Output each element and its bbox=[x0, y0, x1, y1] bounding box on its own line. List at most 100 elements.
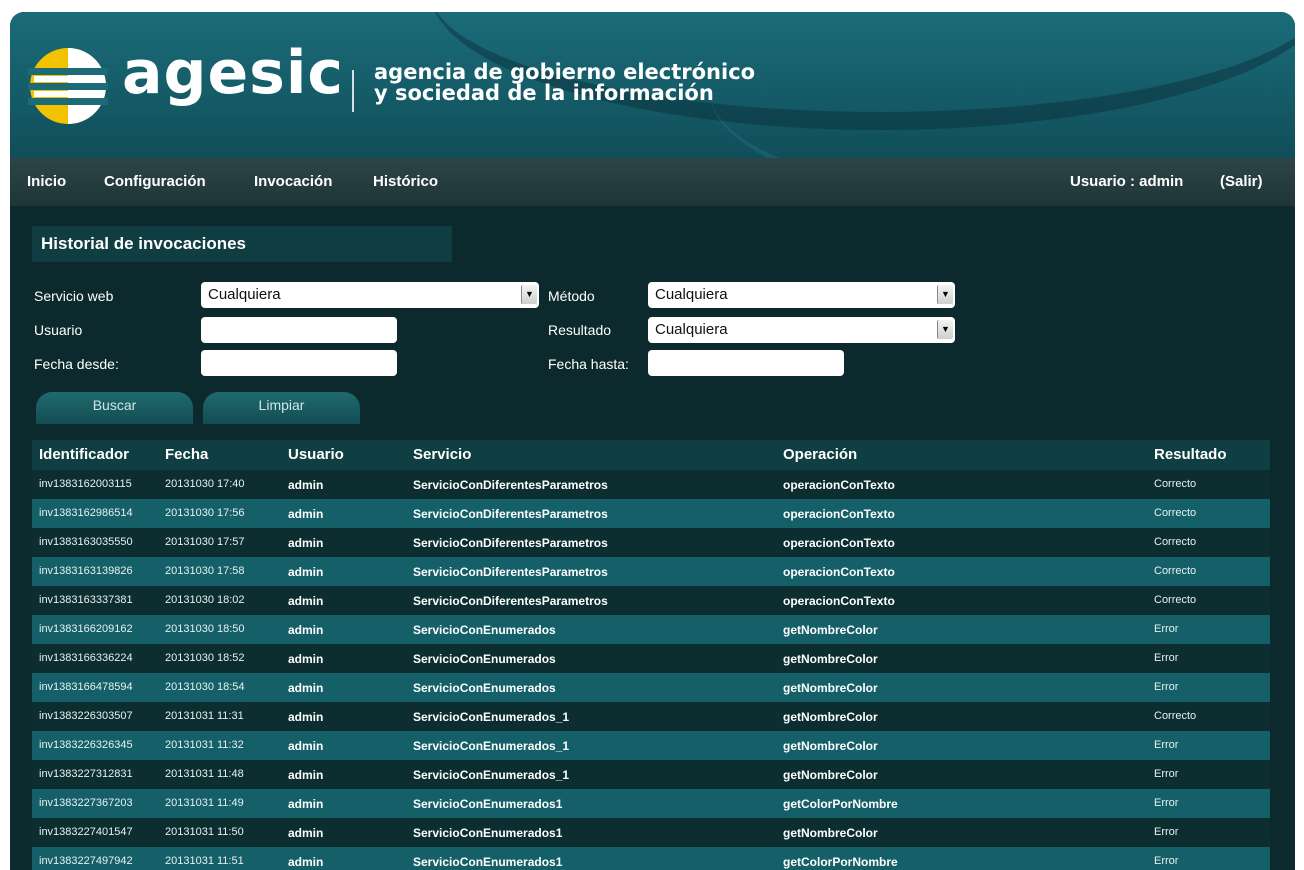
table-row[interactable]: inv1383162986514 20131030 17:56 admin Servi… bbox=[32, 499, 1270, 528]
cell-usuario: admin bbox=[288, 826, 324, 840]
cell-usuario: admin bbox=[288, 478, 324, 492]
cell-servicio: ServicioConEnumerados1 bbox=[413, 855, 563, 869]
table-row[interactable]: inv1383162003115 20131030 17:40 admin Servi… bbox=[32, 470, 1270, 499]
cell-servicio: ServicioConDiferentesParametros bbox=[413, 536, 608, 550]
table-row[interactable]: inv1383227497942 20131031 11:51 admin Servi… bbox=[32, 847, 1270, 870]
fecha-desde-input[interactable] bbox=[201, 350, 397, 376]
cell-resultado: Error bbox=[1154, 826, 1179, 838]
cell-servicio: ServicioConEnumerados bbox=[413, 623, 556, 637]
cell-servicio: ServicioConDiferentesParametros bbox=[413, 565, 608, 579]
table-row[interactable]: inv1383163337381 20131030 18:02 admin Servi… bbox=[32, 586, 1270, 615]
cell-usuario: admin bbox=[288, 710, 324, 724]
cell-operacion: getNombreColor bbox=[783, 710, 878, 724]
app-window: agesic agencia de gobierno electrónico y… bbox=[10, 12, 1295, 870]
fecha-hasta-label: Fecha hasta: bbox=[548, 356, 629, 372]
site-header: agesic agencia de gobierno electrónico y… bbox=[10, 12, 1295, 158]
table-row[interactable]: inv1383227367203 20131031 11:49 admin Servi… bbox=[32, 789, 1270, 818]
cell-identificador: inv1383226303507 bbox=[39, 710, 133, 722]
cell-fecha: 20131030 18:02 bbox=[165, 594, 245, 606]
cell-resultado: Error bbox=[1154, 855, 1179, 867]
cell-usuario: admin bbox=[288, 507, 324, 521]
metodo-select[interactable]: Cualquiera ▼ bbox=[648, 282, 955, 308]
cell-identificador: inv1383227367203 bbox=[39, 797, 133, 809]
cell-resultado: Error bbox=[1154, 652, 1179, 664]
cell-fecha: 20131031 11:31 bbox=[165, 710, 244, 722]
table-row[interactable]: inv1383166336224 20131030 18:52 admin Servi… bbox=[32, 644, 1270, 673]
cell-identificador: inv1383227497942 bbox=[39, 855, 133, 867]
chevron-down-icon[interactable]: ▼ bbox=[937, 285, 953, 304]
clear-button[interactable]: Limpiar bbox=[203, 392, 360, 424]
cell-servicio: ServicioConEnumerados_1 bbox=[413, 739, 570, 753]
cell-operacion: operacionConTexto bbox=[783, 507, 895, 521]
cell-resultado: Error bbox=[1154, 623, 1179, 635]
table-row[interactable]: inv1383227312831 20131031 11:48 admin Servi… bbox=[32, 760, 1270, 789]
table-header: Identificador Fecha Usuario Servicio Ope… bbox=[32, 440, 1270, 470]
brand-tagline-line2: y sociedad de la información bbox=[374, 81, 714, 105]
cell-identificador: inv1383163139826 bbox=[39, 565, 133, 577]
fecha-hasta-input[interactable] bbox=[648, 350, 844, 376]
col-servicio[interactable]: Servicio bbox=[413, 446, 471, 463]
cell-fecha: 20131030 18:54 bbox=[165, 681, 245, 693]
cell-identificador: inv1383162003115 bbox=[39, 478, 132, 490]
cell-operacion: getNombreColor bbox=[783, 739, 878, 753]
resultado-label: Resultado bbox=[548, 322, 612, 338]
nav-item-configuracion[interactable]: Configuración bbox=[104, 173, 206, 190]
col-usuario[interactable]: Usuario bbox=[288, 446, 344, 463]
col-operacion[interactable]: Operación bbox=[783, 446, 857, 463]
cell-operacion: getNombreColor bbox=[783, 768, 878, 782]
col-identificador[interactable]: Identificador bbox=[39, 446, 129, 463]
chevron-down-icon[interactable]: ▼ bbox=[521, 285, 537, 304]
cell-fecha: 20131030 17:57 bbox=[165, 536, 245, 548]
cell-fecha: 20131031 11:50 bbox=[165, 826, 244, 838]
cell-identificador: inv1383166478594 bbox=[39, 681, 133, 693]
cell-usuario: admin bbox=[288, 536, 324, 550]
page-title: Historial de invocaciones bbox=[32, 226, 452, 262]
brand-tagline: agencia de gobierno electrónico y socied… bbox=[374, 62, 755, 104]
cell-usuario: admin bbox=[288, 797, 324, 811]
table-row[interactable]: inv1383166209162 20131030 18:50 admin Servi… bbox=[32, 615, 1270, 644]
servicio-select[interactable]: Cualquiera ▼ bbox=[201, 282, 539, 308]
resultado-select[interactable]: Cualquiera ▼ bbox=[648, 317, 955, 343]
table-row[interactable]: inv1383226303507 20131031 11:31 admin Servi… bbox=[32, 702, 1270, 731]
nav-item-historico[interactable]: Histórico bbox=[373, 173, 438, 190]
cell-identificador: inv1383163035550 bbox=[39, 536, 133, 548]
logout-link[interactable]: (Salir) bbox=[1220, 173, 1263, 190]
cell-operacion: operacionConTexto bbox=[783, 536, 895, 550]
cell-servicio: ServicioConEnumerados_1 bbox=[413, 710, 570, 724]
servicio-label: Servicio web bbox=[34, 288, 114, 304]
cell-identificador: inv1383163337381 bbox=[39, 594, 133, 606]
cell-identificador: inv1383166336224 bbox=[39, 652, 133, 664]
cell-fecha: 20131031 11:51 bbox=[165, 855, 244, 867]
cell-operacion: getNombreColor bbox=[783, 652, 878, 666]
cell-resultado: Error bbox=[1154, 797, 1179, 809]
cell-resultado: Correcto bbox=[1154, 507, 1197, 519]
cell-usuario: admin bbox=[288, 565, 324, 579]
cell-usuario: admin bbox=[288, 855, 324, 869]
cell-servicio: ServicioConEnumerados1 bbox=[413, 826, 563, 840]
fecha-desde-label: Fecha desde: bbox=[34, 356, 119, 372]
cell-fecha: 20131030 17:58 bbox=[165, 565, 245, 577]
col-resultado[interactable]: Resultado bbox=[1154, 446, 1227, 463]
cell-fecha: 20131030 17:40 bbox=[165, 478, 245, 490]
col-fecha[interactable]: Fecha bbox=[165, 446, 208, 463]
cell-operacion: getColorPorNombre bbox=[783, 797, 898, 811]
chevron-down-icon[interactable]: ▼ bbox=[937, 320, 953, 339]
cell-identificador: inv1383226326345 bbox=[39, 739, 133, 751]
cell-resultado: Correcto bbox=[1154, 565, 1197, 577]
nav-item-invocacion[interactable]: Invocación bbox=[254, 173, 332, 190]
servicio-select-value: Cualquiera bbox=[208, 286, 281, 303]
cell-servicio: ServicioConDiferentesParametros bbox=[413, 594, 608, 608]
search-button[interactable]: Buscar bbox=[36, 392, 193, 424]
nav-item-inicio[interactable]: Inicio bbox=[27, 173, 66, 190]
cell-usuario: admin bbox=[288, 681, 324, 695]
cell-usuario: admin bbox=[288, 768, 324, 782]
usuario-input[interactable] bbox=[201, 317, 397, 343]
table-row[interactable]: inv1383226326345 20131031 11:32 admin Servi… bbox=[32, 731, 1270, 760]
cell-servicio: ServicioConDiferentesParametros bbox=[413, 507, 608, 521]
table-row[interactable]: inv1383163139826 20131030 17:58 admin Servi… bbox=[32, 557, 1270, 586]
cell-resultado: Correcto bbox=[1154, 536, 1197, 548]
table-row[interactable]: inv1383227401547 20131031 11:50 admin Servi… bbox=[32, 818, 1270, 847]
cell-identificador: inv1383162986514 bbox=[39, 507, 133, 519]
table-row[interactable]: inv1383166478594 20131030 18:54 admin Servi… bbox=[32, 673, 1270, 702]
table-row[interactable]: inv1383163035550 20131030 17:57 admin Servi… bbox=[32, 528, 1270, 557]
